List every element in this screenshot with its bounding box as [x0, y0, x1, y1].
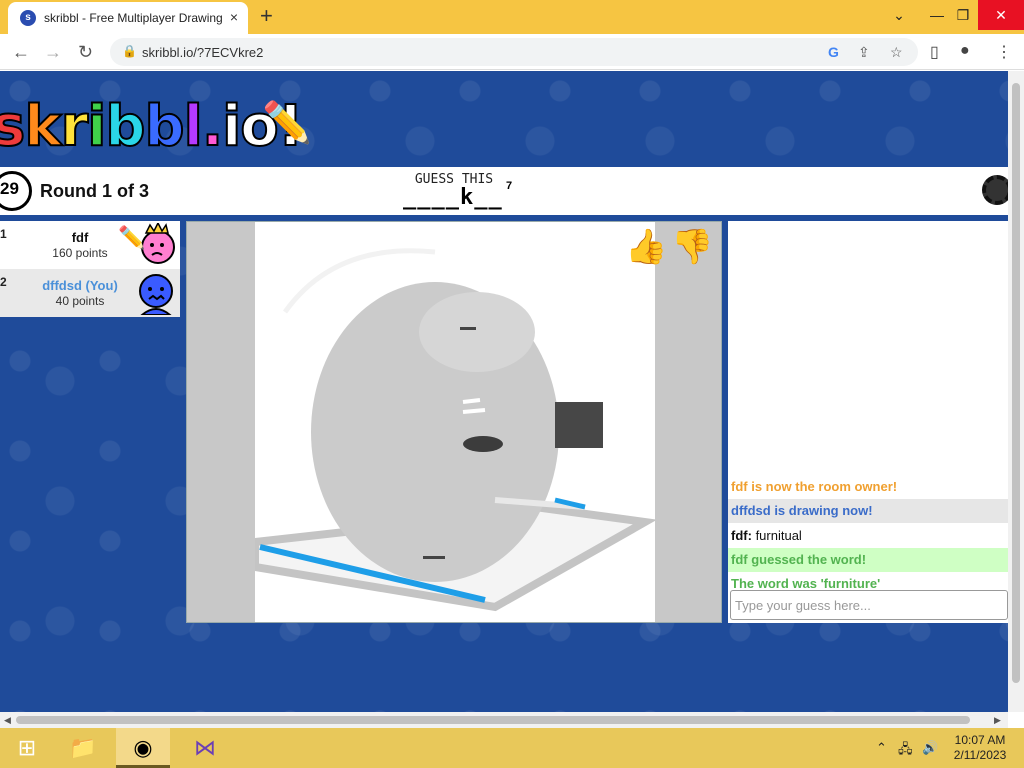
logo-letter: b: [144, 94, 186, 160]
windows-start-icon[interactable]: ⊞: [0, 728, 54, 768]
logo-letter: .: [201, 94, 224, 160]
chat-message-text: furnitual: [755, 528, 802, 543]
chat-panel: fdf is now the room owner! dffdsd is dra…: [728, 221, 1008, 623]
thumbs-up-icon[interactable]: 👍: [625, 226, 667, 268]
clock-date: 2/11/2023: [953, 748, 1007, 762]
skribbl-page: skribbl.io! ✏️ 29 Round 1 of 3 GUESS THI…: [0, 71, 1008, 712]
browser-tab-bar: s skribbl - Free Multiplayer Drawing × +…: [0, 0, 1024, 34]
browser-tab[interactable]: s skribbl - Free Multiplayer Drawing ×: [8, 2, 248, 34]
canvas-area: 👍 👎: [186, 221, 722, 623]
logo-letter: i: [86, 94, 107, 160]
volume-icon[interactable]: 🔊: [922, 740, 938, 756]
skribbl-logo: skribbl.io!: [0, 94, 304, 160]
chat-message: fdf guessed the word!: [728, 548, 1008, 572]
thumbs-down-icon[interactable]: 👎: [671, 226, 713, 268]
address-bar-row: ← → ↻ 🔒 skribbl.io/?7ECVkre2 G ⇪ ☆ ▯ ● ⋮: [0, 34, 1024, 70]
settings-gear-icon[interactable]: [982, 175, 1008, 205]
windows-taskbar: ⊞ 📁 ◉ ⋈ ⌃ 🖧 🔊 10:07 AM 2/11/2023: [0, 728, 1024, 768]
network-icon[interactable]: 🖧: [898, 740, 913, 762]
vertical-scroll-thumb[interactable]: [1012, 83, 1020, 683]
guess-input[interactable]: [730, 590, 1008, 620]
lock-icon: 🔒: [122, 44, 137, 58]
menu-dots-icon[interactable]: ⋮: [996, 42, 1012, 62]
chrome-icon[interactable]: ◉: [116, 728, 170, 768]
player-name: dffdsd (You): [42, 278, 118, 293]
tab-title: skribbl - Free Multiplayer Drawing: [44, 11, 223, 25]
chat-message: fdf: furnitual: [728, 524, 1008, 548]
vertical-scrollbar[interactable]: [1008, 71, 1024, 712]
clock-time: 10:07 AM: [954, 733, 1006, 747]
scroll-right-arrow-icon[interactable]: ▶: [994, 715, 1001, 726]
logo-letter: r: [60, 94, 90, 160]
horizontal-scroll-thumb[interactable]: [16, 716, 970, 724]
logo-letter: i: [221, 94, 242, 160]
pencil-icon: ✏️: [262, 101, 312, 145]
player-rank: 1: [0, 227, 7, 241]
back-arrow-icon[interactable]: ←: [12, 42, 30, 62]
word-hint: ____k__: [403, 185, 503, 210]
drawing-canvas[interactable]: [251, 222, 658, 622]
address-bar[interactable]: 🔒 skribbl.io/?7ECVkre2 G ⇪ ☆: [110, 38, 918, 66]
bookmark-star-icon[interactable]: ☆: [890, 44, 903, 61]
close-tab-icon[interactable]: ×: [230, 9, 238, 25]
new-tab-button[interactable]: +: [260, 4, 273, 28]
logo-letter: b: [104, 94, 146, 160]
player-points: 40 points: [55, 294, 105, 308]
logo-letter: k: [23, 94, 62, 160]
reload-icon[interactable]: ↻: [78, 42, 93, 62]
scroll-left-arrow-icon[interactable]: ◀: [4, 715, 11, 726]
url-text: skribbl.io/?7ECVkre2: [142, 45, 264, 60]
logo-letter: s: [0, 94, 26, 160]
player-rank: 2: [0, 275, 7, 289]
chat-message: dffdsd is drawing now!: [728, 499, 1008, 523]
share-icon[interactable]: ⇪: [858, 44, 870, 61]
profile-avatar-icon[interactable]: ●: [960, 42, 970, 60]
file-explorer-icon[interactable]: 📁: [56, 728, 110, 768]
horizontal-scrollbar[interactable]: ◀ ▶: [0, 712, 1008, 728]
system-clock[interactable]: 10:07 AM 2/11/2023: [940, 733, 1020, 763]
word-length: 7: [506, 180, 513, 192]
chat-message: fdf is now the room owner!: [728, 475, 1008, 499]
logo-letter: l: [183, 94, 204, 160]
close-window-button[interactable]: ✕: [978, 0, 1024, 30]
tray-chevron-icon[interactable]: ⌃: [876, 740, 887, 756]
game-header: 29 Round 1 of 3 GUESS THIS ____k__ 7: [0, 167, 1008, 215]
visual-studio-icon[interactable]: ⋈: [178, 728, 232, 768]
player-row[interactable]: 1 fdf 160 points ✏️: [0, 221, 180, 269]
player-row[interactable]: 2 dffdsd (You) 40 points: [0, 269, 180, 317]
drawing-sketch: [251, 248, 658, 612]
chat-sender: fdf:: [731, 528, 752, 543]
side-panel-icon[interactable]: ▯: [930, 42, 939, 62]
player-list: 1 fdf 160 points ✏️ 2 dffdsd (You) 40 po…: [0, 221, 180, 317]
player-avatar-blue: [139, 274, 173, 315]
google-lens-icon[interactable]: G: [828, 44, 839, 60]
skribbl-favicon-icon: s: [20, 10, 36, 26]
forward-arrow-icon[interactable]: →: [44, 42, 62, 62]
drawing-pencil-icon: ✏️: [118, 225, 146, 250]
